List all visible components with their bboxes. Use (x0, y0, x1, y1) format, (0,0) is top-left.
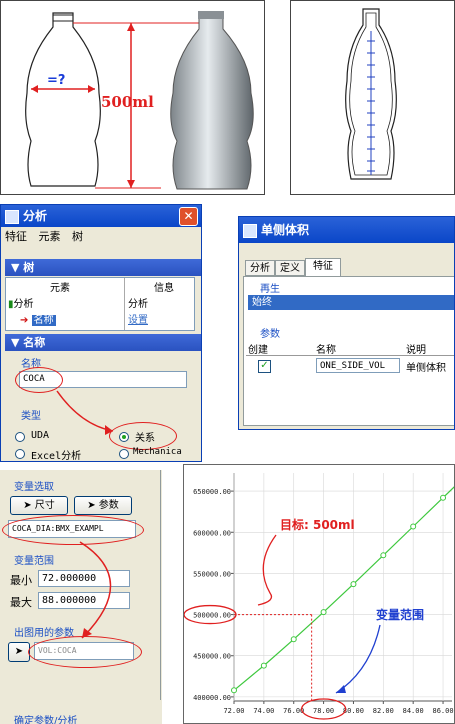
one-side-titlebar: 单侧体积 (239, 217, 454, 243)
y-tick-label: 600000.00 (193, 529, 231, 537)
bottom-status-text: 确定参数/分析 (14, 716, 78, 724)
one-side-volume-window: 单侧体积 分析 定义 特征 再生 始终 参数 创建 名称 说明 ✓ ONE_SI… (238, 216, 455, 430)
range-annotation-arrow (335, 624, 381, 694)
tab-analysis[interactable]: 分析 (245, 260, 275, 276)
analysis-window: 分析 ✕ 特征 元素 树 ▼ 树 元素 信息 ▮分析 分析 ➔ 名称 设置 ▼ … (0, 204, 202, 462)
tab-definition[interactable]: 定义 (275, 260, 305, 276)
annotation-arrow (56, 390, 114, 435)
data-point (410, 523, 417, 530)
volume-label: 500ml (101, 93, 154, 111)
x-tick-label: 74.00 (253, 707, 274, 715)
params-label: 参数 (260, 329, 280, 340)
param-name-field[interactable]: ONE_SIDE_VOL (316, 358, 400, 373)
regen-select[interactable]: 始终 (248, 295, 454, 310)
param-header-create: 创建 (248, 345, 268, 356)
outline-bottle (25, 12, 101, 187)
data-point (231, 687, 237, 694)
param-header-desc: 说明 (406, 345, 426, 356)
data-point (380, 552, 387, 559)
shaded-bottle (170, 14, 254, 190)
param-header-name: 名称 (316, 345, 336, 356)
tab-content: 再生 始终 参数 创建 名称 说明 ✓ ONE_SIDE_VOL 单侧体积 (243, 276, 454, 426)
param-create-checkbox[interactable]: ✓ (258, 360, 271, 373)
bottle-slice-image (290, 0, 455, 195)
volume-chart-panel: 400000.00 450000.00 500000.00 550000.00 6000… (183, 464, 455, 724)
y-tick-label: 650000.00 (193, 488, 231, 496)
data-point (260, 662, 267, 669)
y-tick-label: 500000.00 (193, 612, 231, 620)
annotation-arrow (79, 541, 112, 639)
width-label: =? (47, 73, 66, 88)
y-tick-label: 400000.00 (193, 694, 231, 702)
x-tick-label: 86.00 (433, 707, 454, 715)
data-point (350, 581, 357, 588)
y-tick-label: 450000.00 (193, 653, 231, 661)
param-desc: 单侧体积 (406, 363, 446, 374)
regen-label: 再生 (260, 284, 280, 295)
x-tick-label: 72.00 (223, 707, 244, 715)
volume-chart: 400000.00 450000.00 500000.00 550000.00 6000… (184, 473, 454, 720)
target-annotation: 目标: 500ml (280, 517, 355, 532)
range-annotation: 变量范围 (376, 607, 424, 622)
slice-bottle-drawing (345, 8, 397, 180)
x-tick-label: 82.00 (373, 707, 394, 715)
window-icon (243, 224, 257, 238)
tab-feature[interactable]: 特征 (305, 258, 341, 277)
data-point (440, 494, 447, 501)
data-point (290, 636, 297, 643)
data-point (320, 609, 327, 616)
series-line (233, 486, 454, 691)
variable-panel: 变量选取 ➤ 尺寸 ➤ 参数 COCA_DIA:BMX_EXAMPL 变量范围 … (0, 470, 162, 724)
target-annotation-arrow (257, 534, 277, 606)
x-tick-label: 78.00 (313, 707, 334, 715)
y-tick-label: 550000.00 (193, 570, 231, 578)
one-side-title: 单侧体积 (261, 223, 310, 237)
bottle-comparison-image: =? 500ml (0, 0, 265, 195)
x-tick-label: 84.00 (403, 707, 424, 715)
